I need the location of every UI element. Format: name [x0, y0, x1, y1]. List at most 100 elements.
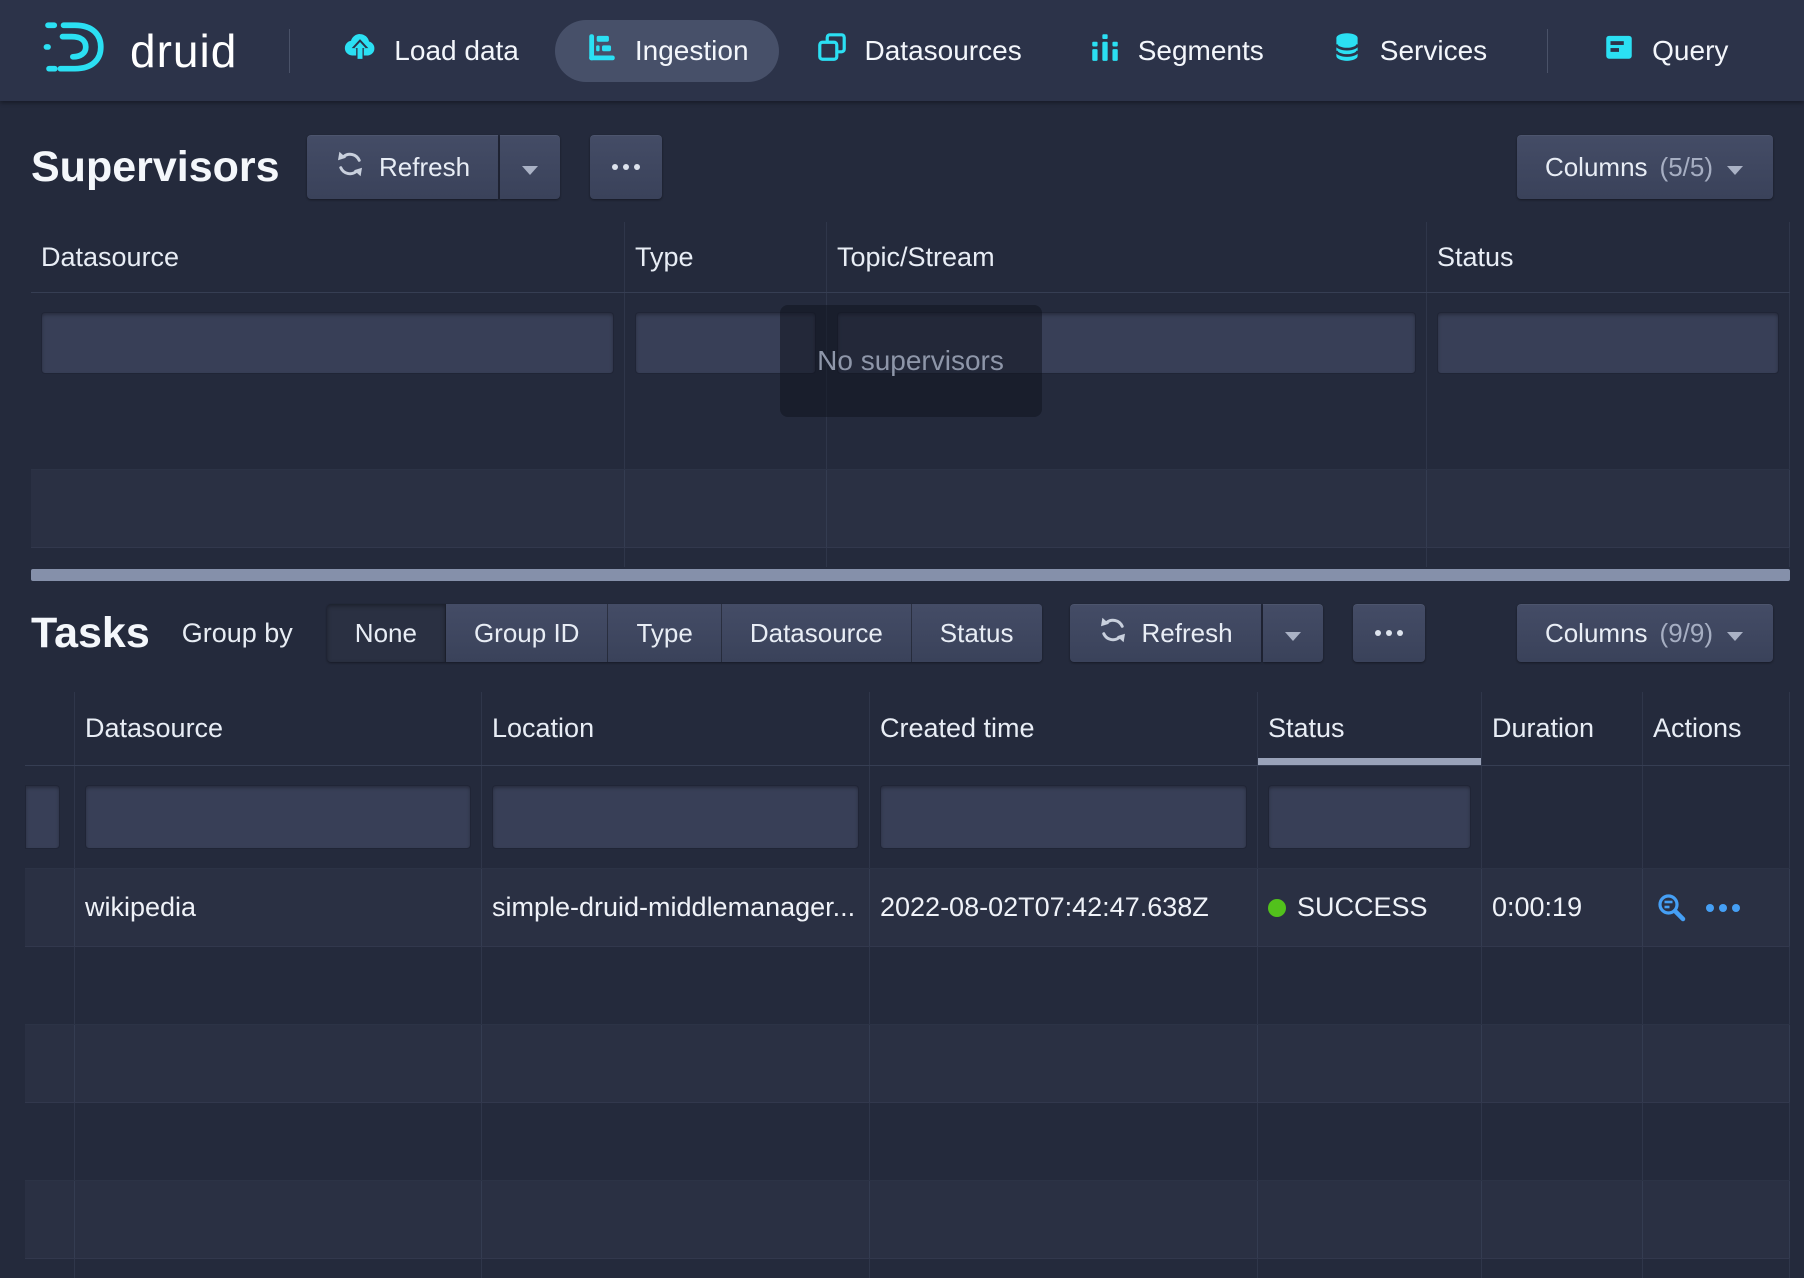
table-row [25, 1259, 1790, 1278]
columns-label: Columns [1545, 618, 1648, 649]
nav-item-label: Ingestion [635, 35, 749, 67]
horizontal-scrollbar[interactable] [31, 569, 1790, 581]
caret-down-icon [520, 152, 540, 183]
group-by-segmented-control: None Group ID Type Datasource Status [327, 604, 1042, 662]
tasks-toolbar: Tasks Group by None Group ID Type Dataso… [31, 604, 1773, 662]
caret-down-icon [1725, 152, 1745, 183]
group-by-none-button[interactable]: None [327, 604, 446, 662]
tasks-columns-button[interactable]: Columns (9/9) [1517, 604, 1773, 662]
supervisors-section: Supervisors Refresh [0, 134, 1804, 581]
nav-item-load-data[interactable]: Load data [312, 20, 549, 82]
tasks-header-row: Datasource Location Created time Status … [25, 692, 1790, 766]
column-header-location[interactable]: Location [482, 692, 870, 765]
table-row [25, 1025, 1790, 1103]
column-header-actions[interactable]: Actions [1643, 692, 1790, 765]
nav-item-ingestion[interactable]: Ingestion [555, 20, 779, 82]
supervisors-header-row: Datasource Type Topic/Stream Status [31, 222, 1790, 293]
clipped-filter-input[interactable] [25, 785, 60, 849]
druid-logo[interactable]: druid [40, 18, 237, 83]
datasource-filter-input[interactable] [85, 785, 471, 849]
column-header-datasource[interactable]: Datasource [31, 222, 625, 292]
status-success-dot-icon [1268, 899, 1286, 917]
top-nav: druid Load data Ingestion [0, 0, 1804, 101]
column-header-created-time[interactable]: Created time [870, 692, 1258, 765]
group-by-status-button[interactable]: Status [912, 604, 1042, 662]
datasource-filter-input[interactable] [41, 312, 614, 374]
supervisors-more-button[interactable] [590, 135, 662, 199]
inspect-task-icon[interactable] [1655, 891, 1689, 925]
refresh-label: Refresh [1142, 618, 1233, 649]
tasks-filter-row [25, 766, 1790, 869]
task-actions-more-icon[interactable] [1706, 904, 1740, 912]
nav-divider [289, 29, 290, 73]
cell-actions [1643, 869, 1790, 946]
nav-item-label: Services [1380, 35, 1487, 67]
supervisors-refresh-group: Refresh [307, 135, 560, 199]
supervisors-refresh-button[interactable]: Refresh [307, 135, 498, 199]
nav-item-label: Load data [394, 35, 519, 67]
columns-count: (9/9) [1660, 618, 1713, 649]
nav-divider [1547, 29, 1548, 73]
column-header-status-sorted[interactable]: Status [1258, 692, 1482, 765]
supervisors-refresh-caret-button[interactable] [500, 135, 560, 199]
supervisors-columns-button[interactable]: Columns (5/5) [1517, 135, 1773, 199]
tasks-more-button[interactable] [1353, 604, 1425, 662]
table-row [25, 1103, 1790, 1181]
location-filter-input[interactable] [492, 785, 859, 849]
column-header-type[interactable]: Type [625, 222, 827, 292]
cloud-upload-icon [342, 29, 378, 72]
nav-item-datasources[interactable]: Datasources [785, 20, 1052, 82]
columns-count: (5/5) [1660, 152, 1713, 183]
tasks-refresh-group: Refresh [1070, 604, 1323, 662]
group-by-label: Group by [182, 618, 293, 649]
database-icon [1330, 30, 1364, 71]
task-row-wikipedia[interactable]: wikipedia simple-druid-middlemanager... … [25, 869, 1790, 947]
supervisors-table: Datasource Type Topic/Stream Status No s… [31, 222, 1790, 567]
columns-label: Columns [1545, 152, 1648, 183]
tasks-title: Tasks [31, 609, 150, 658]
nav-item-services[interactable]: Services [1300, 20, 1517, 82]
refresh-label: Refresh [379, 152, 470, 183]
nav-item-label: Query [1652, 35, 1728, 67]
created-time-filter-input[interactable] [880, 785, 1247, 849]
group-by-datasource-button[interactable]: Datasource [722, 604, 912, 662]
cell-created-time: 2022-08-02T07:42:47.638Z [870, 869, 1258, 946]
no-supervisors-overlay: No supervisors [780, 305, 1042, 417]
cell-location: simple-druid-middlemanager... [482, 869, 870, 946]
column-header-datasource[interactable]: Datasource [75, 692, 482, 765]
cell-duration: 0:00:19 [1482, 869, 1643, 946]
tasks-section: Tasks Group by None Group ID Type Dataso… [0, 604, 1804, 1278]
console-icon [1602, 30, 1636, 71]
more-ellipsis-icon [1375, 630, 1381, 636]
nav-item-label: Segments [1138, 35, 1264, 67]
nav-item-label: Datasources [865, 35, 1022, 67]
table-row [25, 947, 1790, 1025]
supervisors-title: Supervisors [31, 143, 307, 192]
table-row [25, 1181, 1790, 1259]
group-by-group-id-button[interactable]: Group ID [446, 604, 609, 662]
column-header-duration[interactable]: Duration [1482, 692, 1643, 765]
stacked-panels-icon [815, 30, 849, 71]
tasks-table: Datasource Location Created time Status … [25, 692, 1790, 1278]
cell-status: SUCCESS [1258, 869, 1482, 946]
tasks-refresh-button[interactable]: Refresh [1070, 604, 1261, 662]
gantt-chart-icon [585, 30, 619, 71]
nav-item-query[interactable]: Query [1572, 20, 1758, 82]
table-row [31, 548, 1790, 567]
column-header-status[interactable]: Status [1427, 222, 1790, 292]
druid-logo-icon [40, 18, 114, 83]
logo-wordmark: druid [130, 24, 237, 78]
supervisors-toolbar: Supervisors Refresh [31, 134, 1773, 200]
status-filter-input[interactable] [1437, 312, 1779, 374]
bar-chart-icon [1088, 30, 1122, 71]
column-header-topic-stream[interactable]: Topic/Stream [827, 222, 1427, 292]
refresh-icon [1098, 615, 1128, 652]
status-text: SUCCESS [1297, 892, 1428, 923]
cell-datasource[interactable]: wikipedia [75, 869, 482, 946]
table-row [31, 470, 1790, 548]
group-by-type-button[interactable]: Type [608, 604, 721, 662]
refresh-icon [335, 149, 365, 186]
status-filter-input[interactable] [1268, 785, 1471, 849]
nav-item-segments[interactable]: Segments [1058, 20, 1294, 82]
tasks-refresh-caret-button[interactable] [1263, 604, 1323, 662]
